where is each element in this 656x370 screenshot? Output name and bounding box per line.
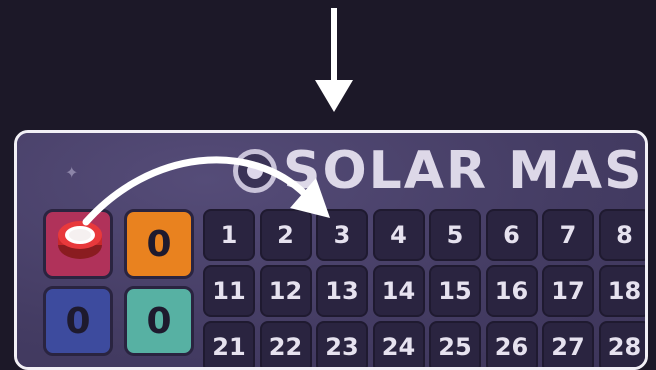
grid-cell-23[interactable]: 23: [316, 321, 368, 367]
game-board: ✦ SOLAR MAS 0 0 0 1 2 3 4 5 6 7 8 11 12 13 14 15 16 17…: [14, 130, 648, 370]
grid-cell-25[interactable]: 25: [429, 321, 481, 367]
grid-cell-5[interactable]: 5: [429, 209, 481, 261]
grid-cell-18[interactable]: 18: [598, 265, 645, 317]
grid-cell-26[interactable]: 26: [485, 321, 538, 367]
logo-icon: [233, 149, 277, 193]
grid-cell-11[interactable]: 11: [203, 265, 255, 317]
grid-cell-27[interactable]: 27: [542, 321, 594, 367]
grid-cell-16[interactable]: 16: [485, 265, 538, 317]
grid-cell-4[interactable]: 4: [372, 209, 425, 261]
grid-cell-8[interactable]: 8: [598, 209, 645, 261]
red-token-icon[interactable]: [55, 215, 105, 265]
game-title: SOLAR MAS: [283, 141, 644, 201]
teal-counter[interactable]: 0: [124, 286, 194, 356]
grid-cell-15[interactable]: 15: [429, 265, 481, 317]
grid-cell-12[interactable]: 12: [259, 265, 312, 317]
blue-counter[interactable]: 0: [43, 286, 113, 356]
grid-cell-13[interactable]: 13: [316, 265, 368, 317]
grid-cell-24[interactable]: 24: [372, 321, 425, 367]
sparkle-icon: ✦: [65, 163, 79, 182]
orange-counter[interactable]: 0: [124, 209, 194, 279]
grid-cell-7[interactable]: 7: [542, 209, 594, 261]
grid-cell-6[interactable]: 6: [485, 209, 538, 261]
grid-cell-17[interactable]: 17: [542, 265, 594, 317]
grid-cell-14[interactable]: 14: [372, 265, 425, 317]
grid-cell-22[interactable]: 22: [259, 321, 312, 367]
grid-cell-28[interactable]: 28: [598, 321, 645, 367]
arrow-down-icon: [315, 8, 353, 112]
grid-cell-3[interactable]: 3: [316, 209, 368, 261]
grid-cell-1[interactable]: 1: [203, 209, 255, 261]
grid-cell-21[interactable]: 21: [203, 321, 255, 367]
grid-cell-2[interactable]: 2: [259, 209, 312, 261]
